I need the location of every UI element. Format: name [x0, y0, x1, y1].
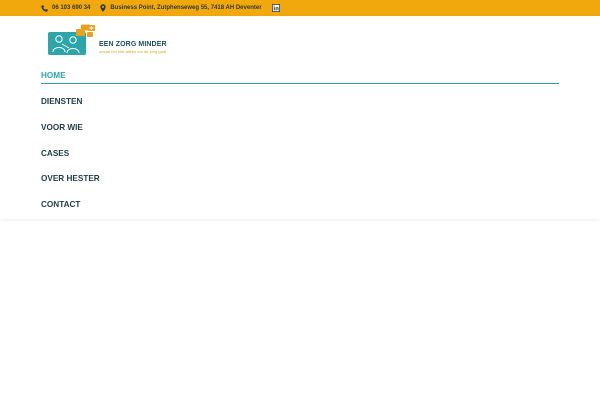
main-nav: HOME DIENSTEN VOOR WIE CASES OVER HESTER… — [41, 67, 559, 222]
phone-icon — [41, 4, 48, 12]
phone-link[interactable]: 06 103 690 34 — [52, 5, 90, 11]
map-pin-icon — [100, 4, 107, 12]
logo[interactable]: EEN ZORG MINDER omdat het niet alleen om… — [47, 24, 167, 56]
nav-item-home[interactable]: HOME — [41, 67, 559, 84]
phone-contact[interactable]: 06 103 690 34 — [41, 4, 90, 12]
address-text: Business Point, Zutphenseweg 55, 7418 AH… — [110, 5, 262, 11]
linkedin-icon[interactable] — [271, 4, 280, 12]
nav-item-cases[interactable]: CASES — [41, 145, 559, 171]
logo-graphic — [48, 24, 95, 55]
nav-item-over-hester[interactable]: OVER HESTER — [41, 170, 559, 196]
nav-item-voor-wie[interactable]: VOOR WIE — [41, 119, 559, 145]
address-contact: Business Point, Zutphenseweg 55, 7418 AH… — [100, 4, 262, 12]
logo-name: EEN ZORG MINDER — [99, 41, 167, 48]
site-header: EEN ZORG MINDER omdat het niet alleen om… — [0, 16, 600, 219]
nav-item-contact[interactable]: CONTACT — [41, 196, 559, 222]
logo-tagline: omdat het niet alleen om de zorg gaat — [99, 49, 167, 54]
nav-item-diensten[interactable]: DIENSTEN — [41, 93, 559, 119]
top-bar: 06 103 690 34 Business Point, Zutphensew… — [0, 0, 600, 16]
linkedin-link[interactable] — [271, 4, 280, 12]
